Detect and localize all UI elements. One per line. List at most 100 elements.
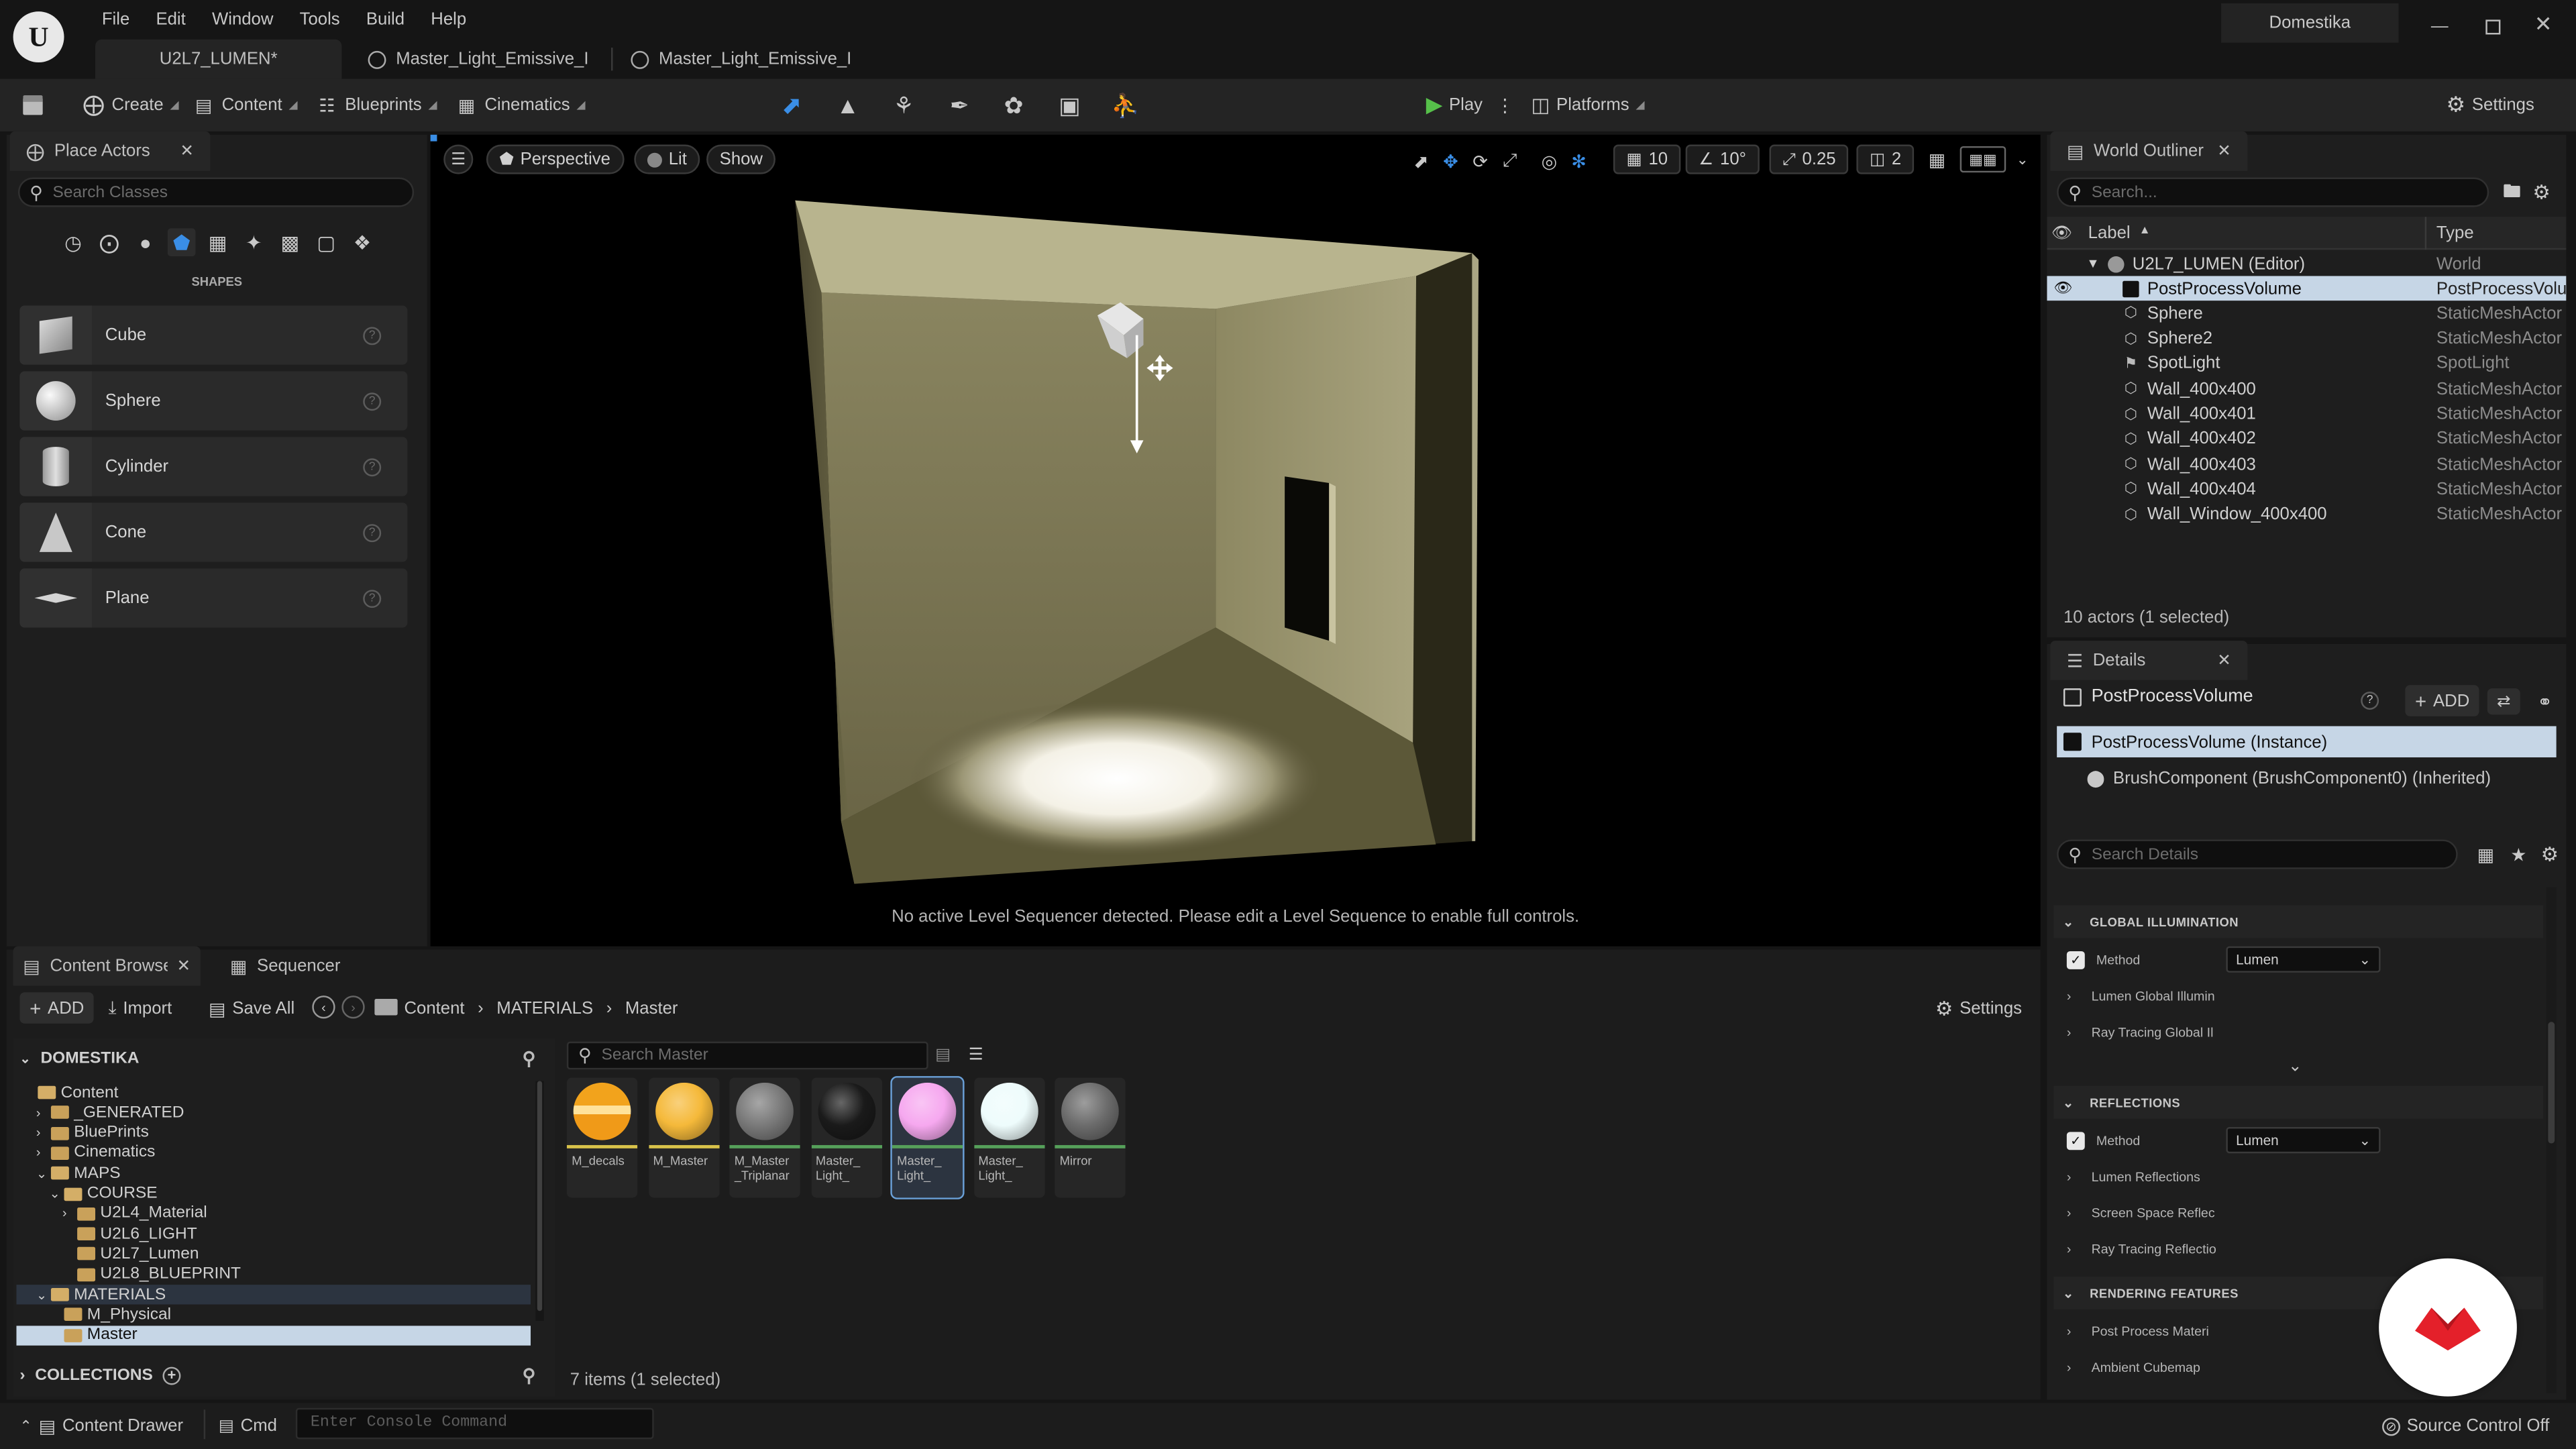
basic-icon[interactable]: ⨀: [95, 228, 123, 256]
close-window-icon[interactable]: ✕: [2530, 11, 2556, 38]
help-icon[interactable]: ?: [363, 392, 382, 411]
chevron-down-icon[interactable]: ⌄: [49, 1186, 64, 1201]
menu-tools[interactable]: Tools: [286, 10, 353, 30]
content-button[interactable]: ▤ Content ◢: [193, 92, 298, 118]
folder-tree-item[interactable]: › BluePrints: [16, 1123, 531, 1142]
visibility-icon[interactable]: 👁: [2051, 223, 2072, 243]
cinematic-icon[interactable]: ▦: [204, 228, 232, 256]
brush-edit-mode-icon[interactable]: ▣: [1055, 91, 1084, 120]
maximize-viewport-icon[interactable]: ▦: [1922, 146, 1951, 172]
component-instance-row[interactable]: PostProcessVolume (Instance): [2057, 726, 2557, 757]
cinematics-button[interactable]: ▦ Cinematics ◢: [455, 92, 586, 118]
chevron-right-icon[interactable]: ›: [36, 1146, 51, 1161]
chevron-right-icon[interactable]: ›: [36, 1106, 51, 1120]
volumes-icon[interactable]: ▢: [312, 228, 340, 256]
menu-file[interactable]: File: [89, 10, 143, 30]
folder-tree-item[interactable]: › Cinematics: [16, 1143, 531, 1163]
folder-tree-item[interactable]: U2L7_Lumen: [16, 1244, 531, 1264]
folder-tree-item[interactable]: › _GENERATED: [16, 1103, 531, 1122]
chevron-down-icon[interactable]: ▼: [2086, 256, 2099, 271]
asset-tile[interactable]: Mirror: [1055, 1077, 1126, 1198]
expand-advanced-icon[interactable]: ⌄: [2284, 1057, 2306, 1076]
recent-icon[interactable]: ◷: [59, 228, 87, 256]
lights-icon[interactable]: ●: [131, 228, 160, 256]
shapes-icon[interactable]: ⬟: [167, 228, 196, 257]
landscape-mode-icon[interactable]: ▲: [833, 91, 863, 120]
tab-content-browser[interactable]: ▤ Content Browser ✕: [13, 946, 201, 986]
scale-tool-icon[interactable]: ⤢: [1497, 148, 1523, 174]
geometry-icon[interactable]: ▩: [276, 228, 304, 256]
visibility-icon[interactable]: 👁: [2053, 279, 2072, 297]
breadcrumb-materials[interactable]: MATERIALS: [496, 999, 593, 1018]
outliner-row-world[interactable]: ▼ U2L7_LUMEN (Editor) World: [2047, 252, 2566, 276]
play-button[interactable]: ▶ Play: [1426, 92, 1483, 118]
doc-tab-material-2[interactable]: Master_Light_Emissive_I: [614, 40, 868, 79]
outliner-search-input[interactable]: ⚲ Search...: [2057, 177, 2489, 207]
folder-tree-item[interactable]: Content: [16, 1083, 531, 1102]
breadcrumb-content[interactable]: Content: [404, 999, 464, 1018]
translate-tool-icon[interactable]: ✥: [1438, 148, 1464, 174]
actor-plane[interactable]: Plane ?: [19, 568, 408, 628]
select-mode-icon[interactable]: ⬈: [777, 91, 806, 120]
blueprints-button[interactable]: ☷ Blueprints ◢: [315, 92, 437, 118]
save-all-button[interactable]: ▤ Save All: [209, 996, 294, 1022]
outliner-row[interactable]: ⬡ Wall_400x401 StaticMeshActor: [2047, 402, 2566, 427]
mesh-paint-mode-icon[interactable]: ✒: [945, 91, 974, 120]
breadcrumb-master[interactable]: Master: [625, 999, 678, 1018]
viewport-layout-icon[interactable]: ▦▦: [1960, 146, 2006, 173]
tab-details[interactable]: ☰ Details ✕: [2050, 641, 2248, 680]
outliner-row[interactable]: ⬡ Sphere StaticMeshActor: [2047, 301, 2566, 326]
outliner-row[interactable]: ⚑ SpotLight SpotLight: [2047, 352, 2566, 376]
property-matrix-icon[interactable]: ▦: [2474, 843, 2497, 865]
col-label[interactable]: Label: [2088, 223, 2131, 243]
outliner-row[interactable]: ⬡ Wall_400x402 StaticMeshActor: [2047, 427, 2566, 451]
asset-tile[interactable]: Master_ Light_: [890, 1076, 965, 1199]
close-tab-icon[interactable]: ✕: [2217, 651, 2231, 669]
close-tab-icon[interactable]: ✕: [2217, 142, 2231, 160]
add-collection-icon[interactable]: +: [162, 1366, 181, 1385]
save-icon[interactable]: [19, 92, 46, 118]
content-drawer-button[interactable]: ⌃ ▤ Content Drawer: [19, 1413, 183, 1439]
folder-tree-item[interactable]: M_Physical: [16, 1305, 531, 1324]
help-icon[interactable]: ?: [363, 523, 382, 541]
close-tab-icon[interactable]: ✕: [177, 957, 191, 975]
save-search-icon[interactable]: ▤: [933, 1045, 953, 1067]
gear-icon[interactable]: ⚙: [2538, 843, 2561, 865]
gear-icon[interactable]: ⚙: [2530, 180, 2553, 203]
rotate-tool-icon[interactable]: ⟳: [1467, 148, 1493, 174]
asset-tile[interactable]: Master_ Light_: [973, 1077, 1044, 1198]
spotlight-gizmo-icon[interactable]: [1087, 299, 1179, 460]
star-icon[interactable]: ★: [2507, 843, 2530, 865]
select-tool-icon[interactable]: ⬈: [1408, 148, 1434, 174]
tab-place-actors[interactable]: ⨁ Place Actors ✕: [9, 131, 211, 171]
details-search-input[interactable]: ⚲ Search Details: [2057, 839, 2458, 869]
source-control-button[interactable]: ⊘ Source Control Off: [2382, 1413, 2549, 1439]
component-brush-row[interactable]: ⬤ BrushComponent (BrushComponent0) (Inhe…: [2086, 769, 2491, 788]
tab-sequencer[interactable]: ▦ Sequencer: [213, 947, 357, 986]
visual-effects-icon[interactable]: ✦: [240, 228, 268, 256]
lit-button[interactable]: Lit: [634, 144, 700, 174]
help-icon[interactable]: ?: [363, 588, 382, 607]
doc-tab-material-1[interactable]: Master_Light_Emissive_I: [352, 40, 605, 79]
perspective-button[interactable]: ⬟ Perspective: [486, 144, 624, 174]
grid-snap-button[interactable]: ▦ 10: [1613, 144, 1681, 174]
animation-mode-icon[interactable]: ⛹: [1111, 91, 1140, 120]
add-folder-icon[interactable]: 🖿: [2500, 180, 2523, 203]
menu-build[interactable]: Build: [353, 10, 417, 30]
sources-header[interactable]: ⌄ DOMESTIKA ⚲: [19, 1045, 545, 1071]
asset-search-input[interactable]: ⚲ Search Master: [566, 1041, 928, 1070]
surface-snap-icon[interactable]: ✻: [1566, 148, 1592, 174]
outliner-row[interactable]: ⬡ Wall_400x404 StaticMeshActor: [2047, 477, 2566, 502]
asset-tile[interactable]: Master_ Light_: [810, 1077, 881, 1198]
minimize-icon[interactable]: —: [2426, 13, 2453, 40]
rotation-snap-button[interactable]: ∠ 10°: [1685, 144, 1760, 174]
chevron-down-icon[interactable]: ⌄: [2012, 146, 2032, 172]
create-button[interactable]: ⨁ Create ◢: [82, 92, 179, 118]
outliner-row[interactable]: ⬡ Sphere2 StaticMeshActor: [2047, 326, 2566, 351]
world-space-icon[interactable]: ◎: [1536, 148, 1562, 174]
actor-sphere[interactable]: Sphere ?: [19, 371, 408, 431]
outliner-row[interactable]: ⬡ Wall_400x400 StaticMeshActor: [2047, 376, 2566, 401]
search-classes-input[interactable]: ⚲ Search Classes: [17, 177, 415, 207]
account-box[interactable]: Domestika: [2221, 3, 2399, 43]
menu-window[interactable]: Window: [199, 10, 286, 30]
